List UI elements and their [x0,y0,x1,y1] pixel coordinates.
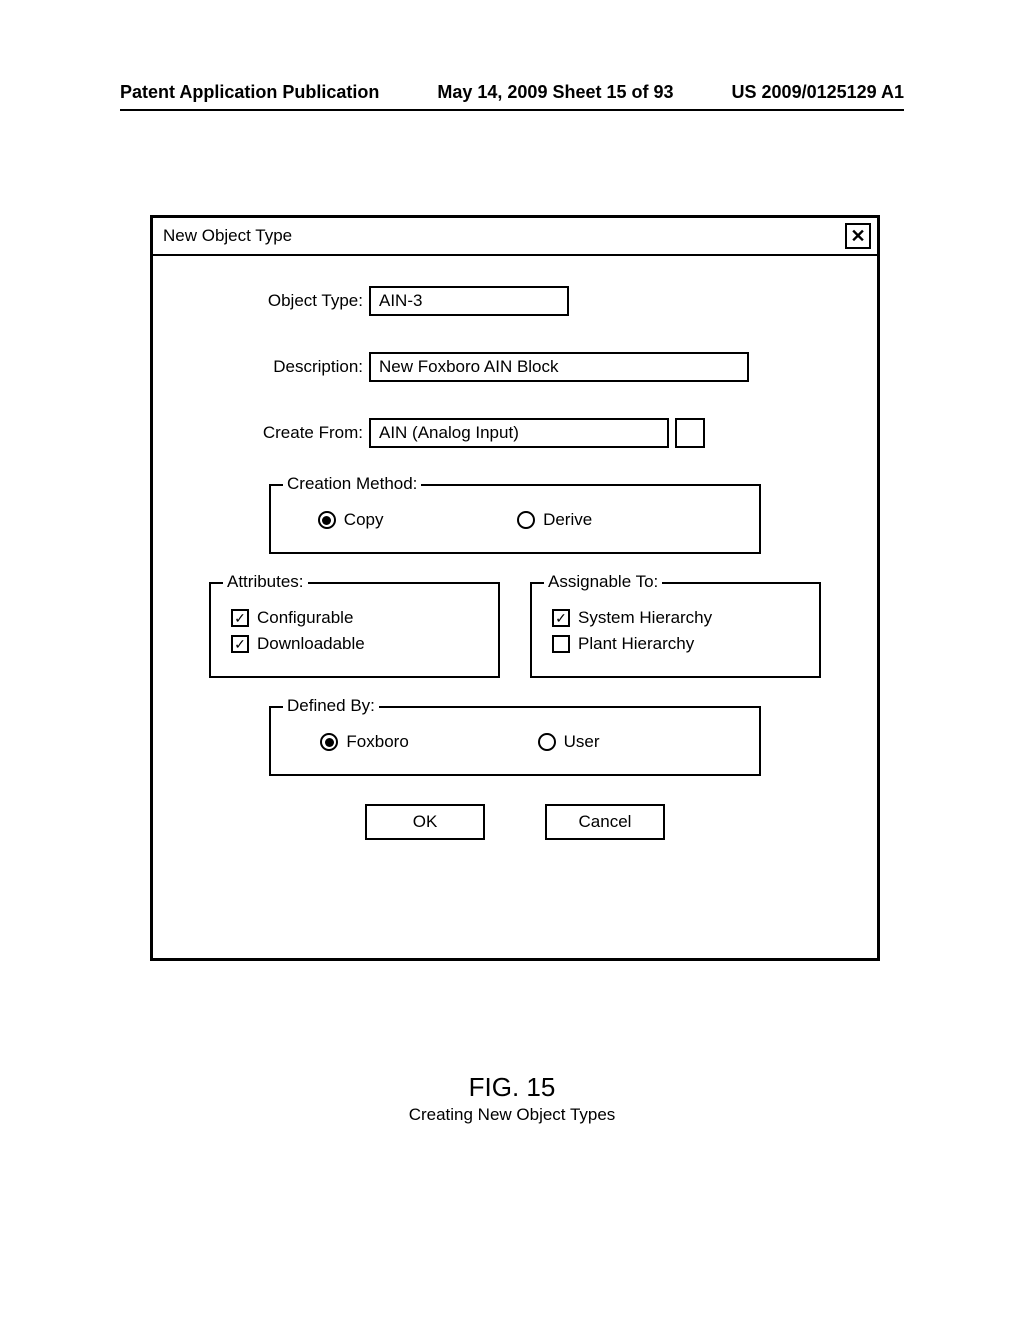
description-value: New Foxboro AIN Block [379,357,559,377]
radio-icon [320,733,338,751]
radio-icon [538,733,556,751]
attr-downloadable[interactable]: ✓ Downloadable [231,634,478,654]
checkbox-label: Plant Hierarchy [578,634,694,654]
radio-label: User [564,732,600,752]
figure-caption: FIG. 15 Creating New Object Types [0,1072,1024,1125]
creation-method-copy[interactable]: Copy [318,510,384,530]
radio-label: Copy [344,510,384,530]
create-from-dropdown-button[interactable] [675,418,705,448]
defined-by-legend: Defined By: [283,696,379,716]
cancel-label: Cancel [579,812,632,832]
radio-icon [318,511,336,529]
assignable-to-group: Assignable To: ✓ System Hierarchy Plant … [530,582,821,678]
header-right: US 2009/0125129 A1 [732,82,904,103]
checkbox-icon: ✓ [552,609,570,627]
create-from-input[interactable]: AIN (Analog Input) [369,418,669,448]
dialog-title: New Object Type [163,226,292,246]
defined-by-user[interactable]: User [538,732,600,752]
cancel-button[interactable]: Cancel [545,804,665,840]
object-type-value: AIN-3 [379,291,422,311]
ok-label: OK [413,812,438,832]
page-header: Patent Application Publication May 14, 2… [120,82,904,111]
create-from-row: Create From: AIN (Analog Input) [209,418,821,448]
figure-title: Creating New Object Types [0,1105,1024,1125]
description-input[interactable]: New Foxboro AIN Block [369,352,749,382]
defined-by-foxboro[interactable]: Foxboro [320,732,408,752]
description-label: Description: [209,357,369,377]
ok-button[interactable]: OK [365,804,485,840]
attributes-group: Attributes: ✓ Configurable ✓ Downloadabl… [209,582,500,678]
dialog-body: Object Type: AIN-3 Description: New Foxb… [153,256,877,860]
patent-page: Patent Application Publication May 14, 2… [0,0,1024,1320]
attributes-assignable-row: Attributes: ✓ Configurable ✓ Downloadabl… [209,582,821,678]
dialog-titlebar: New Object Type ✕ [153,218,877,256]
defined-by-group: Defined By: Foxboro User [269,706,761,776]
new-object-type-dialog: New Object Type ✕ Object Type: AIN-3 Des… [150,215,880,961]
attr-configurable[interactable]: ✓ Configurable [231,608,478,628]
radio-label: Derive [543,510,592,530]
creation-method-derive[interactable]: Derive [517,510,592,530]
close-button[interactable]: ✕ [845,223,871,249]
create-from-label: Create From: [209,423,369,443]
object-type-input[interactable]: AIN-3 [369,286,569,316]
create-from-value: AIN (Analog Input) [379,423,519,443]
checkbox-icon [552,635,570,653]
description-row: Description: New Foxboro AIN Block [209,352,821,382]
radio-label: Foxboro [346,732,408,752]
checkbox-label: System Hierarchy [578,608,712,628]
creation-method-legend: Creation Method: [283,474,421,494]
header-mid: May 14, 2009 Sheet 15 of 93 [437,82,673,103]
checkbox-label: Downloadable [257,634,365,654]
assign-system-hierarchy[interactable]: ✓ System Hierarchy [552,608,799,628]
assign-plant-hierarchy[interactable]: Plant Hierarchy [552,634,799,654]
object-type-row: Object Type: AIN-3 [209,286,821,316]
creation-method-group: Creation Method: Copy Derive [269,484,761,554]
checkbox-icon: ✓ [231,609,249,627]
radio-icon [517,511,535,529]
assignable-to-legend: Assignable To: [544,572,662,592]
object-type-label: Object Type: [209,291,369,311]
checkbox-icon: ✓ [231,635,249,653]
figure-number: FIG. 15 [0,1072,1024,1103]
checkbox-label: Configurable [257,608,353,628]
attributes-legend: Attributes: [223,572,308,592]
header-left: Patent Application Publication [120,82,379,103]
dialog-button-row: OK Cancel [209,804,821,840]
close-icon: ✕ [850,227,865,245]
